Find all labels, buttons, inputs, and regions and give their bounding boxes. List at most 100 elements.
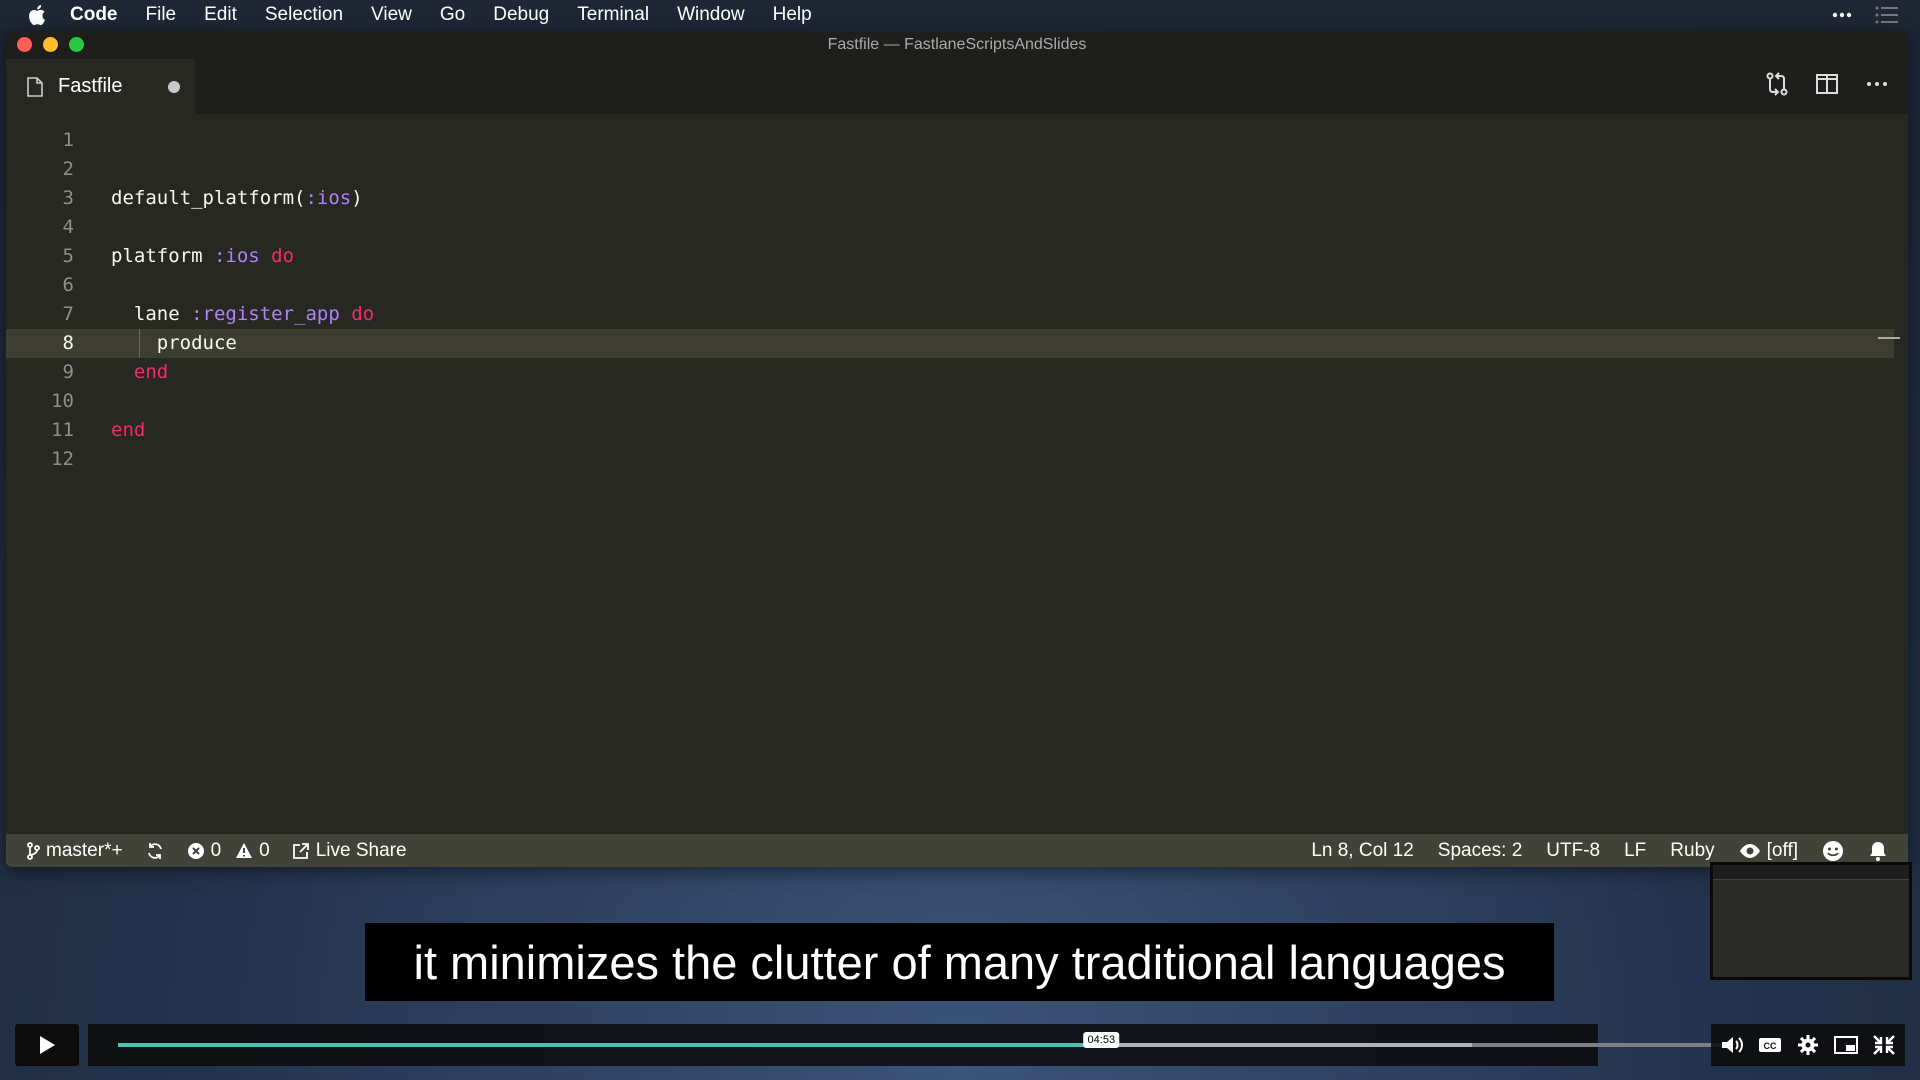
menu-window[interactable]: Window [677,4,745,26]
window-controls [17,37,84,52]
live-share-label: Live Share [315,839,407,861]
line-code: platform :ios do [111,245,295,267]
git-branch-icon [27,841,40,860]
code-line[interactable]: 2 [6,155,1894,184]
title-bar: Fastfile — FastlaneScriptsAndSlides [6,31,1908,59]
split-editor-icon[interactable] [1814,71,1840,97]
code-line[interactable]: 11 end [6,416,1894,445]
play-icon [40,1036,55,1054]
encoding[interactable]: UTF-8 [1546,840,1600,862]
line-code: produce [111,332,237,354]
code-line[interactable]: 10 [6,387,1894,416]
notifications-bell-icon[interactable] [1868,840,1888,862]
line-number: 2 [62,158,74,180]
code-line[interactable]: 4 [6,213,1894,242]
thumbnail-titlebar [1713,865,1909,880]
more-icon[interactable] [1830,3,1854,27]
code-line[interactable]: 7 lane :register_app do [6,300,1894,329]
file-icon [27,76,43,97]
menubar: Code File Edit Selection View Go Debug T… [0,0,1920,30]
window-title: Fastfile — FastlaneScriptsAndSlides [827,36,1087,53]
menu-selection[interactable]: Selection [265,4,343,26]
unsaved-dot-icon[interactable] [168,81,180,93]
volume-icon[interactable] [1719,1033,1745,1057]
error-icon [187,842,204,859]
eye-icon [1739,843,1760,858]
video-controls: 04:53 CC [15,1024,1905,1068]
exit-fullscreen-icon[interactable] [1871,1033,1897,1057]
line-number: 6 [62,274,74,296]
code-line[interactable]: 5 platform :ios do [6,242,1894,271]
code-editor[interactable]: 1 2 3 default_platform(:ios) 4 5 platform … [6,114,1908,824]
line-code: default_platform(:ios) [111,187,363,209]
line-number: 3 [62,187,74,209]
editor-window: Fastfile — FastlaneScriptsAndSlides Fast… [6,31,1908,867]
menu-terminal[interactable]: Terminal [577,4,649,26]
video-caption: it minimizes the clutter of many traditi… [365,923,1554,1001]
seek-bar[interactable]: 04:53 [118,1032,1730,1048]
indentation[interactable]: Spaces: 2 [1438,840,1523,862]
indent-guide [139,329,140,358]
warning-icon [236,842,253,858]
sync-icon[interactable] [145,841,165,861]
settings-gear-icon[interactable] [1795,1033,1821,1057]
zoom-button[interactable] [69,37,84,52]
overview-ruler-marker [1878,337,1900,339]
branch-name: master*+ [46,839,123,861]
tab-fastfile[interactable]: Fastfile [6,59,195,114]
line-number: 1 [62,129,74,151]
menu-edit[interactable]: Edit [204,4,237,26]
more-actions-icon[interactable] [1864,71,1890,97]
list-icon[interactable] [1874,3,1900,27]
line-number: 8 [62,332,74,354]
line-number: 10 [51,390,74,412]
warning-count: 0 [259,839,270,861]
tab-bar: Fastfile [6,59,1908,114]
feedback-smiley-icon[interactable] [1822,840,1844,862]
tab-label: Fastfile [58,75,123,97]
live-share-button[interactable]: Live Share [292,840,407,862]
menu-go[interactable]: Go [440,4,465,26]
apple-icon[interactable] [26,3,50,27]
menu-debug[interactable]: Debug [493,4,549,26]
minimize-button[interactable] [43,37,58,52]
line-ending[interactable]: LF [1624,840,1646,862]
branch-indicator[interactable]: master*+ [26,840,123,862]
compare-changes-icon[interactable] [1764,71,1790,97]
menu-view[interactable]: View [371,4,412,26]
picture-in-picture-icon[interactable] [1833,1033,1859,1057]
player-buttons: CC [1711,1024,1905,1066]
code-line[interactable]: 12 [6,445,1894,474]
line-number: 5 [62,245,74,267]
code-line[interactable]: 6 [6,271,1894,300]
code-line[interactable]: 9 end [6,358,1894,387]
code-line[interactable]: 1 [6,126,1894,155]
line-number: 7 [62,303,74,325]
watch-status: [off] [1766,839,1798,861]
current-code-line[interactable]: 8 produce [6,329,1894,358]
status-bar: master*+ 0 0 Live Share Ln 8, Col 12 Spa… [6,834,1908,867]
cursor-position[interactable]: Ln 8, Col 12 [1311,840,1413,862]
line-number: 12 [51,448,74,470]
menu-file[interactable]: File [146,4,177,26]
close-button[interactable] [17,37,32,52]
problems-indicator[interactable]: 0 0 [187,840,270,862]
line-number: 4 [62,216,74,238]
watch-toggle[interactable]: [off] [1739,840,1798,862]
menu-code[interactable]: Code [70,4,118,26]
played-progress [118,1043,1102,1047]
language-mode[interactable]: Ruby [1670,840,1714,862]
time-tooltip: 04:53 [1083,1032,1120,1048]
line-code: lane :register_app do [111,303,375,325]
live-share-icon [292,842,309,859]
line-code: end [111,419,146,441]
line-number: 11 [51,419,74,441]
line-number: 9 [62,361,74,383]
video-thumbnail-preview[interactable] [1710,862,1912,980]
play-button[interactable] [15,1024,79,1066]
code-line[interactable]: 3 default_platform(:ios) [6,184,1894,213]
closed-captions-icon[interactable]: CC [1757,1033,1783,1057]
svg-text:CC: CC [1764,1041,1777,1051]
seek-bar-container: 04:53 [88,1024,1730,1066]
menu-help[interactable]: Help [773,4,812,26]
